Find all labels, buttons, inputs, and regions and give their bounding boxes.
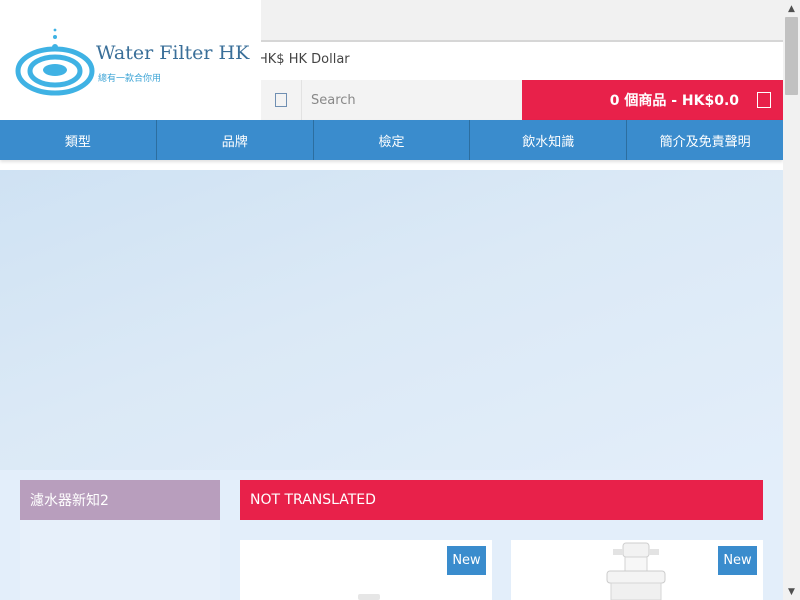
new-badge: New xyxy=(447,546,486,575)
page-scrollbar[interactable]: ▲ ▼ xyxy=(783,0,800,600)
nav-item-about-disclaimer[interactable]: 簡介及免責聲明 xyxy=(627,120,783,160)
scroll-down-arrow-icon[interactable]: ▼ xyxy=(783,583,800,600)
nav-item-type[interactable]: 類型 xyxy=(0,120,157,160)
cart-button[interactable]: 0 個商品 - HK$0.0 xyxy=(522,80,783,120)
search-button[interactable] xyxy=(261,80,302,120)
main-nav: 類型 品牌 檢定 飲水知識 簡介及免責聲明 xyxy=(0,120,783,160)
currency-selector[interactable]: HK$ HK Dollar xyxy=(258,52,350,67)
logo-title: Water Filter HK xyxy=(96,42,250,64)
hero-banner[interactable] xyxy=(0,170,783,470)
nav-item-certification[interactable]: 檢定 xyxy=(314,120,471,160)
site-logo[interactable]: Water Filter HK 總有一款合你用 xyxy=(0,0,261,120)
search-bar: 0 個商品 - HK$0.0 xyxy=(261,80,783,120)
logo-subtitle: 總有一款合你用 xyxy=(98,74,162,84)
scroll-up-arrow-icon[interactable]: ▲ xyxy=(783,0,800,17)
search-icon xyxy=(275,93,287,107)
scrollbar-thumb[interactable] xyxy=(785,17,798,95)
nav-item-water-knowledge[interactable]: 飲水知識 xyxy=(470,120,628,160)
sidebar-body xyxy=(20,520,220,600)
nav-item-brand[interactable]: 品牌 xyxy=(157,120,314,160)
cart-icon xyxy=(757,92,771,108)
product-card[interactable]: New xyxy=(511,540,763,600)
new-badge: New xyxy=(718,546,757,575)
water-ripple-logo-icon xyxy=(15,28,95,96)
cart-summary: 0 個商品 - HK$0.0 xyxy=(609,93,739,109)
sidebar-heading: 濾水器新知2 xyxy=(20,480,220,520)
section-heading: NOT TRANSLATED xyxy=(240,480,763,520)
product-card[interactable]: New xyxy=(240,540,492,600)
search-input[interactable] xyxy=(302,80,522,120)
